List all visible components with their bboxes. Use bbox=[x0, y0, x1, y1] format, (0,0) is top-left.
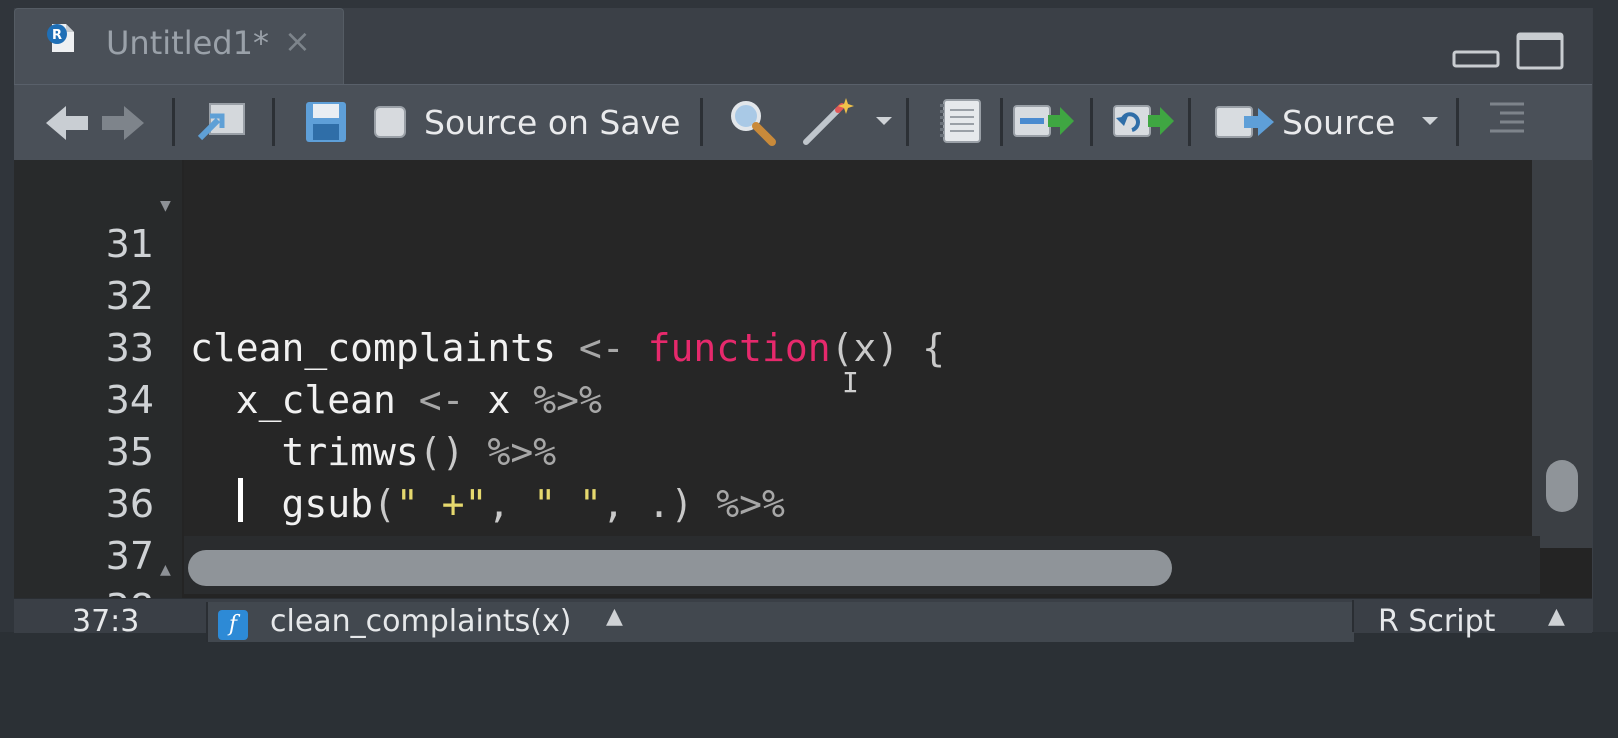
source-button[interactable]: Source bbox=[1214, 84, 1395, 160]
save-icon[interactable] bbox=[304, 100, 348, 144]
forward-arrow-icon[interactable] bbox=[100, 104, 146, 142]
source-on-save-toggle[interactable]: Source on Save bbox=[374, 84, 680, 160]
show-in-new-window-icon[interactable] bbox=[196, 100, 248, 142]
toolbar-separator bbox=[1188, 98, 1191, 146]
text-cursor bbox=[238, 478, 243, 522]
maximize-pane-icon[interactable] bbox=[1516, 32, 1564, 70]
svg-text:R: R bbox=[52, 28, 62, 43]
toolbar-separator bbox=[1000, 98, 1003, 146]
file-type-caret-icon[interactable]: ▲ bbox=[1548, 604, 1565, 629]
rerun-previous-icon[interactable] bbox=[1112, 102, 1176, 140]
toolbar-separator bbox=[1090, 98, 1093, 146]
horizontal-scrollbar-thumb[interactable] bbox=[188, 550, 1172, 586]
file-type-selector[interactable]: R Script bbox=[1378, 604, 1495, 639]
source-on-save-label: Source on Save bbox=[424, 102, 681, 142]
function-scope-label[interactable]: clean_complaints(x) bbox=[270, 604, 571, 639]
source-dropdown-chevron-icon[interactable] bbox=[1420, 114, 1440, 128]
search-icon[interactable] bbox=[728, 98, 776, 146]
tab-title[interactable]: Untitled1* bbox=[106, 24, 269, 62]
mouse-ibeam-icon: I bbox=[842, 366, 859, 399]
code-editor[interactable]: 31 ▼ clean_complaints <- function(x) { 3… bbox=[14, 160, 1592, 630]
code-line: 33 x_clean <- x %>% bbox=[14, 270, 1574, 422]
status-separator bbox=[1352, 600, 1354, 632]
compile-report-notebook-icon[interactable] bbox=[938, 98, 984, 144]
run-lines-icon[interactable] bbox=[1012, 102, 1076, 140]
source-icon bbox=[1215, 106, 1274, 138]
document-outline-icon[interactable] bbox=[1486, 100, 1526, 136]
function-icon: f bbox=[218, 610, 248, 640]
code-line: 32 bbox=[14, 218, 1574, 318]
toolbar-separator bbox=[172, 98, 175, 146]
cursor-position: 37:3 bbox=[72, 604, 140, 639]
code-line: 35 gsub(" +", " ", .) %>% bbox=[14, 374, 1574, 526]
code-line: 37 bbox=[14, 478, 1574, 578]
function-scope-caret-icon[interactable]: ▲ bbox=[606, 604, 623, 629]
chevron-down-icon[interactable] bbox=[874, 114, 894, 128]
fold-close-icon[interactable]: ▲ bbox=[160, 544, 171, 596]
source-label: Source bbox=[1282, 102, 1396, 142]
vertical-scrollbar-thumb[interactable] bbox=[1546, 460, 1578, 512]
code-line: 31 ▼ clean_complaints <- function(x) { bbox=[14, 166, 1574, 370]
code-tools-wand-icon[interactable] bbox=[802, 94, 860, 146]
code-line: 36 tolower() bbox=[14, 426, 1574, 578]
code-line: 34 trimws() %>% bbox=[14, 322, 1574, 474]
source-on-save-checkbox[interactable] bbox=[374, 106, 406, 138]
toolbar-separator bbox=[1456, 98, 1459, 146]
tab-close-icon[interactable]: × bbox=[284, 22, 311, 60]
minimize-pane-icon[interactable] bbox=[1452, 50, 1500, 68]
toolbar-separator bbox=[906, 98, 909, 146]
toolbar-separator bbox=[272, 98, 275, 146]
toolbar-separator bbox=[700, 98, 703, 146]
back-arrow-icon[interactable] bbox=[44, 104, 90, 142]
r-file-icon: R bbox=[47, 24, 74, 52]
